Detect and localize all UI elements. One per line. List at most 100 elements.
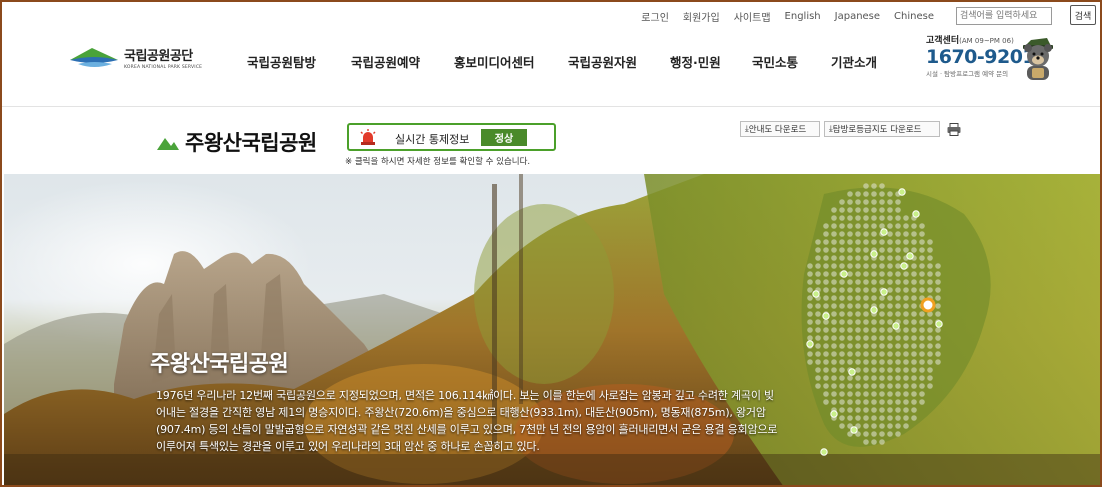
print-icon[interactable] [947, 123, 961, 136]
map-dot [903, 287, 909, 293]
map-dot [879, 367, 885, 373]
guide-map-download-label: 안내도 다운로드 [748, 125, 807, 135]
sitemap-link[interactable]: 사이트맵 [734, 9, 771, 24]
map-dot [919, 375, 925, 381]
map-dot [879, 239, 885, 245]
trail-point-marker[interactable] [900, 262, 908, 270]
map-dot [815, 255, 821, 261]
map-dot [831, 375, 837, 381]
map-dot [871, 431, 877, 437]
map-dot [879, 439, 885, 445]
trail-map-download-button[interactable]: ⤓ 탐방로등급지도 다운로드 [824, 121, 940, 137]
trail-point-marker[interactable] [848, 368, 856, 376]
map-dot [807, 279, 813, 285]
map-dot [839, 335, 845, 341]
map-dot [823, 367, 829, 373]
map-dot [911, 319, 917, 325]
trail-point-marker[interactable] [912, 210, 920, 218]
map-dot [887, 367, 893, 373]
map-dot [927, 319, 933, 325]
trail-point-marker[interactable] [880, 228, 888, 236]
trail-point-marker[interactable] [892, 322, 900, 330]
map-dot [871, 327, 877, 333]
nav-item-resources[interactable]: 국립공원자원 [568, 52, 670, 71]
trail-point-marker[interactable] [898, 188, 906, 196]
map-dot [871, 359, 877, 365]
guide-map-download-button[interactable]: ⤓ 안내도 다운로드 [740, 121, 820, 137]
trail-point-marker[interactable] [830, 410, 838, 418]
map-dot [887, 215, 893, 221]
map-dot [887, 391, 893, 397]
trail-point-marker[interactable] [935, 320, 943, 328]
trail-point-marker[interactable] [822, 312, 830, 320]
map-dot [895, 359, 901, 365]
map-dot [895, 311, 901, 317]
map-dot [823, 231, 829, 237]
map-dot [871, 263, 877, 269]
map-dot [911, 335, 917, 341]
map-dot [839, 303, 845, 309]
map-dot [823, 239, 829, 245]
nav-item-reservation[interactable]: 국립공원예약 [351, 52, 454, 71]
map-dot [887, 375, 893, 381]
map-dot [863, 279, 869, 285]
login-link[interactable]: 로그인 [641, 9, 669, 24]
customer-center-label: 고객센터 [926, 36, 960, 46]
nav-item-about[interactable]: 기관소개 [831, 52, 891, 71]
map-dot [895, 239, 901, 245]
map-dot [839, 415, 845, 421]
map-dot [815, 327, 821, 333]
map-dot [847, 407, 853, 413]
map-dot [855, 359, 861, 365]
map-dot [903, 319, 909, 325]
map-dot [863, 303, 869, 309]
map-dot [815, 247, 821, 253]
map-dot [895, 335, 901, 341]
trail-point-marker[interactable] [906, 252, 914, 260]
trail-point-marker[interactable] [840, 270, 848, 278]
trail-point-marker[interactable] [812, 290, 820, 298]
map-dot [919, 359, 925, 365]
trail-point-marker[interactable] [850, 426, 858, 434]
trail-point-marker[interactable] [806, 340, 814, 348]
realtime-status-panel[interactable]: 실시간 통제정보 정상 [347, 123, 556, 151]
map-dot [847, 359, 853, 365]
map-dot [847, 399, 853, 405]
trail-point-marker[interactable] [880, 288, 888, 296]
map-dot [831, 223, 837, 229]
nav-item-tour[interactable]: 국립공원탐방 [247, 52, 351, 71]
nav-item-admin[interactable]: 행정·민원 [670, 52, 752, 71]
map-dot [831, 303, 837, 309]
japanese-link[interactable]: Japanese [835, 11, 880, 22]
trail-point-marker[interactable] [870, 306, 878, 314]
map-dot [887, 399, 893, 405]
signup-link[interactable]: 회원가입 [683, 9, 720, 24]
nav-item-media[interactable]: 홍보미디어센터 [454, 52, 568, 71]
map-dot [863, 183, 869, 189]
utility-bar: 로그인 회원가입 사이트맵 English Japanese Chinese 검… [627, 5, 1096, 25]
map-dot [823, 271, 829, 277]
map-dot [815, 359, 821, 365]
chinese-link[interactable]: Chinese [894, 11, 934, 22]
trail-point-marker[interactable] [820, 448, 828, 456]
hero-description: 1976년 우리나라 12번째 국립공원으로 지정되었으며, 면적은 106.1… [156, 389, 778, 453]
map-dot [839, 391, 845, 397]
logo[interactable]: 국립공원공단 KOREA NATIONAL PARK SERVICE [68, 42, 202, 72]
map-dot [855, 367, 861, 373]
map-dot [927, 367, 933, 373]
selected-location-marker[interactable] [920, 297, 936, 313]
map-dot [927, 383, 933, 389]
map-dot [871, 383, 877, 389]
map-dot [855, 319, 861, 325]
map-dot [855, 255, 861, 261]
map-dot [927, 375, 933, 381]
map-dot [895, 383, 901, 389]
nav-item-communication[interactable]: 국민소통 [752, 52, 831, 71]
search-input[interactable] [956, 7, 1052, 25]
map-dot [927, 263, 933, 269]
map-dot [863, 231, 869, 237]
search-button[interactable]: 검색 [1070, 5, 1096, 25]
map-dot [863, 407, 869, 413]
english-link[interactable]: English [785, 11, 821, 22]
trail-point-marker[interactable] [870, 250, 878, 258]
